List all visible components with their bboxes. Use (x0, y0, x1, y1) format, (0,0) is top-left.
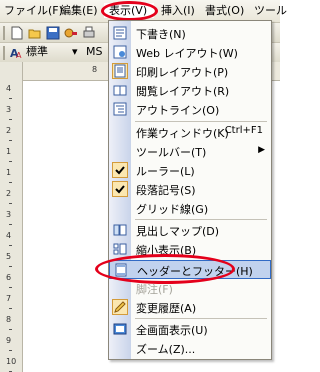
draft-view-icon (113, 26, 127, 40)
ruler-number: 2 (6, 189, 12, 198)
menu-item-footnotes: 脚注(F) (109, 279, 271, 298)
ruler-tick (9, 245, 12, 246)
menu-item-web-layout[interactable]: Web レイアウト(W) (109, 43, 271, 62)
font-select[interactable]: MS (86, 45, 102, 59)
menu-item-toolbars[interactable]: ツールバー(T) ▶ (109, 142, 271, 161)
header-footer-icon (115, 263, 127, 277)
ruler-tick (9, 119, 12, 120)
menu-item-zoom[interactable]: ズーム(Z)... (109, 339, 271, 358)
ruler-number: 5 (6, 252, 12, 261)
menu-item-gridlines[interactable]: グリッド線(G) (109, 199, 271, 218)
save-icon[interactable] (46, 26, 60, 40)
menu-item-markup[interactable]: 変更履歴(A) (109, 298, 271, 317)
ruler-number: 4 (6, 84, 12, 93)
ruler-number: 1 (6, 168, 12, 177)
ruler-number: 9 (6, 336, 12, 345)
menu-item-label: 作業ウィンドウ(K) (136, 127, 229, 140)
style-select[interactable]: 標準 (26, 45, 48, 59)
ruler-number: 10 (6, 357, 17, 366)
markup-icon (114, 301, 126, 313)
menu-item-draft[interactable]: 下書き(N) (109, 24, 271, 43)
ruler-tick (9, 329, 12, 330)
ruler-tick (9, 308, 12, 309)
menu-item-label: 脚注(F) (136, 283, 173, 296)
ruler-number: 7 (6, 294, 12, 303)
ruler-tick (9, 140, 12, 141)
svg-text:A: A (16, 51, 22, 60)
checkmark-icon (115, 166, 125, 175)
menu-item-task-pane[interactable]: 作業ウィンドウ(K) Ctrl+F1 (109, 123, 271, 142)
menu-item-label: 下書き(N) (136, 28, 186, 41)
new-document-icon[interactable] (10, 26, 24, 40)
menu-item-print-layout[interactable]: 印刷レイアウト(P) (109, 62, 271, 81)
web-layout-icon (113, 45, 127, 59)
menu-edit[interactable]: 編集(E) (60, 0, 98, 22)
menu-item-thumbnails[interactable]: 縮小表示(B) (109, 240, 271, 259)
ruler-number: 2 (6, 126, 12, 135)
menu-item-label: 縮小表示(B) (136, 244, 197, 257)
menu-item-label: 閲覧レイアウト(R) (136, 85, 230, 98)
menu-item-shortcut: Ctrl+F1 (224, 125, 263, 136)
print-layout-icon (114, 64, 126, 78)
ruler-number: 1 (6, 147, 12, 156)
menu-format[interactable]: 書式(O) (205, 0, 244, 22)
thumbnails-icon (113, 243, 127, 255)
menu-view[interactable]: 表示(V) (109, 0, 147, 22)
menu-separator (135, 219, 267, 220)
menu-item-paragraph-marks[interactable]: 段落記号(S) (109, 180, 271, 199)
menu-item-document-map[interactable]: 見出しマップ(D) (109, 221, 271, 240)
menu-file[interactable]: ファイル(F) (4, 0, 63, 22)
vertical-ruler[interactable]: 4 3 2 1 1 2 3 4 5 6 7 8 9 10 (0, 62, 23, 372)
menu-item-ruler[interactable]: ルーラー(L) (109, 161, 271, 180)
menu-item-label: アウトライン(O) (136, 104, 220, 117)
menu-separator (135, 121, 267, 122)
styles-icon[interactable]: A A (9, 46, 23, 60)
ruler-number: 3 (6, 105, 12, 114)
reading-layout-icon (113, 85, 127, 96)
ruler-tick (9, 182, 12, 183)
menu-item-label: ヘッダーとフッター(H) (137, 265, 253, 278)
menu-item-label: 変更履歴(A) (136, 302, 197, 315)
toolbar-grip[interactable] (3, 26, 5, 40)
menu-item-header-footer[interactable]: ヘッダーとフッター(H) (109, 260, 271, 279)
outline-icon (113, 102, 127, 116)
permission-icon[interactable] (64, 26, 78, 40)
toolbar-grip[interactable] (3, 46, 5, 60)
ruler-tick (9, 287, 12, 288)
menu-item-label: 全画面表示(U) (136, 324, 208, 337)
menu-item-label: グリッド線(G) (136, 203, 209, 216)
menu-item-outline[interactable]: アウトライン(O) (109, 100, 271, 119)
ruler-number: 8 (92, 65, 98, 74)
menu-item-label: Web レイアウト(W) (136, 47, 238, 60)
menu-item-label: ツールバー(T) (136, 146, 207, 159)
ruler-number: 6 (6, 273, 12, 282)
ruler-number: 8 (6, 315, 12, 324)
ruler-number: 4 (6, 231, 12, 240)
ruler-tick (9, 203, 12, 204)
document-map-icon (113, 224, 127, 236)
menu-item-label: 段落記号(S) (136, 184, 196, 197)
ruler-tick (9, 161, 12, 162)
menu-item-label: ズーム(Z)... (136, 343, 196, 356)
view-menu-dropdown: 下書き(N) Web レイアウト(W) 印刷レイアウト(P) 閲覧レイアウト(R… (95, 20, 272, 360)
ruler-tick (9, 98, 12, 99)
menu-tools[interactable]: ツール (254, 0, 287, 22)
submenu-arrow-icon: ▶ (258, 145, 265, 155)
ruler-number: 3 (6, 210, 12, 219)
ruler-tick (9, 224, 12, 225)
menu-item-reading-layout[interactable]: 閲覧レイアウト(R) (109, 81, 271, 100)
menu-item-label: 見出しマップ(D) (136, 225, 220, 238)
full-screen-icon (113, 323, 127, 335)
checkmark-icon (115, 185, 125, 194)
print-icon[interactable] (82, 26, 96, 40)
style-dropdown-icon[interactable]: ▾ (72, 45, 78, 59)
menu-item-full-screen[interactable]: 全画面表示(U) (109, 320, 271, 339)
ruler-tick (9, 350, 12, 351)
menu-insert[interactable]: 挿入(I) (161, 0, 195, 22)
menu-item-label: ルーラー(L) (136, 165, 195, 178)
menu-separator (135, 318, 267, 319)
open-folder-icon[interactable] (28, 26, 42, 40)
menu-item-label: 印刷レイアウト(P) (136, 66, 229, 79)
ruler-tick (9, 266, 12, 267)
